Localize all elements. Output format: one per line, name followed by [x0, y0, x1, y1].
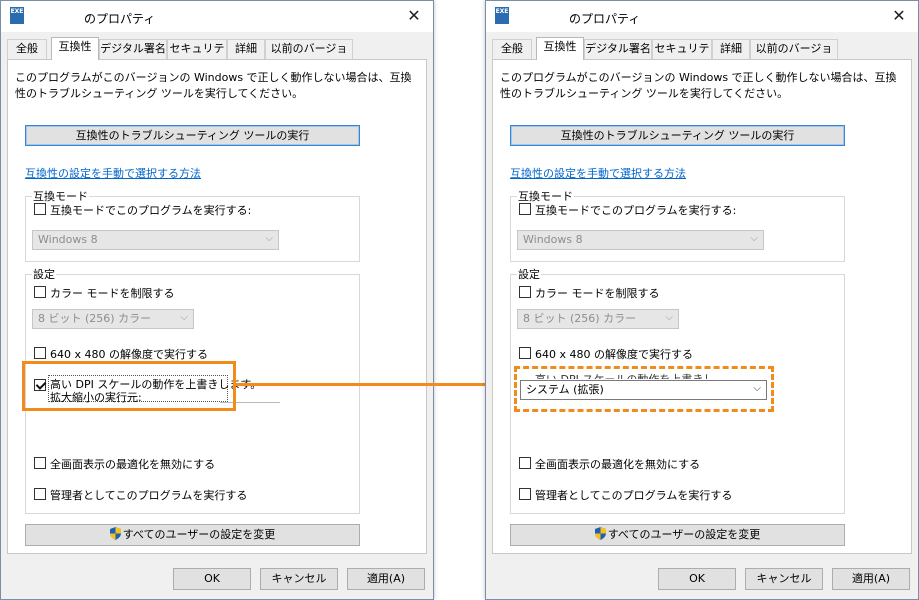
run-as-admin-label: 管理者としてこのプログラムを実行する [50, 489, 248, 502]
fullscreen-optimization-label: 全画面表示の最適化を無効にする [535, 458, 701, 471]
apply-button[interactable]: 適用(A) [347, 568, 425, 590]
ok-button[interactable]: OK [173, 568, 251, 590]
run-troubleshooter-button[interactable]: 互換性のトラブルシューティング ツールの実行 [510, 125, 845, 146]
compatibility-panel: このプログラムがこのバージョンの Windows で正しく動作しない場合は、互換… [492, 59, 912, 554]
uac-shield-icon [109, 527, 121, 540]
tab-compatibility[interactable]: 互換性 [51, 37, 99, 60]
chevron-down-icon: ⌵ [750, 233, 758, 244]
manual-settings-link[interactable]: 互換性の設定を手動で選択する方法 [25, 165, 201, 181]
compat-mode-checkbox-label: 互換モードでこのプログラムを実行する: [535, 204, 737, 217]
close-icon: ✕ [892, 6, 906, 25]
fullscreen-optimization-label: 全画面表示の最適化を無効にする [50, 458, 216, 471]
color-depth-select-value: 8 ビット (256) カラー [38, 312, 152, 325]
apply-button[interactable]: 適用(A) [832, 568, 910, 590]
color-mode-checkbox[interactable] [34, 286, 46, 298]
compatibility-panel: このプログラムがこのバージョンの Windows で正しく動作しない場合は、互換… [7, 59, 427, 554]
highlight-box-scaling-select [514, 366, 774, 412]
title-bar[interactable]: EXE のプロパティ ✕ [1, 1, 433, 32]
compat-mode-select[interactable]: Windows 8 ⌵ [517, 230, 764, 250]
properties-dialog-before: EXE のプロパティ ✕ 全般 互換性 デジタル署名 セキュリティ 詳細 以前の… [0, 0, 434, 600]
run-as-admin-checkbox[interactable] [519, 488, 531, 500]
color-mode-checkbox[interactable] [519, 286, 531, 298]
tab-previous-versions[interactable]: 以前のバージョン [265, 39, 353, 73]
color-mode-checkbox-label: カラー モードを制限する [50, 287, 175, 300]
change-all-users-button[interactable]: すべてのユーザーの設定を変更 [25, 524, 360, 546]
arrow-connector [235, 383, 497, 386]
tab-bar: 全般 互換性 デジタル署名 セキュリティ 詳細 以前のバージョン [492, 37, 912, 73]
app-exe-icon: EXE [10, 7, 24, 24]
close-icon: ✕ [407, 6, 421, 25]
tab-general[interactable]: 全般 [7, 39, 47, 59]
app-exe-icon: EXE [495, 7, 509, 24]
change-all-users-label: すべてのユーザーの設定を変更 [122, 528, 276, 541]
color-mode-checkbox-label: カラー モードを制限する [535, 287, 660, 300]
close-button[interactable]: ✕ [403, 6, 425, 26]
close-button[interactable]: ✕ [888, 6, 910, 26]
color-depth-select[interactable]: 8 ビット (256) カラー ⌵ [517, 309, 679, 329]
resolution-checkbox[interactable] [34, 347, 46, 359]
compat-mode-checkbox[interactable] [519, 203, 531, 215]
tab-previous-versions[interactable]: 以前のバージョン [750, 39, 838, 73]
chevron-down-icon: ⌵ [180, 312, 188, 323]
tab-general[interactable]: 全般 [492, 39, 532, 59]
resolution-checkbox-label: 640 x 480 の解像度で実行する [50, 348, 208, 361]
resolution-checkbox[interactable] [519, 347, 531, 359]
settings-group-label: 設定 [517, 266, 541, 282]
tab-security[interactable]: セキュリティ [652, 39, 712, 73]
description-text: このプログラムがこのバージョンの Windows で正しく動作しない場合は、互換… [500, 71, 897, 100]
fullscreen-optimization-checkbox[interactable] [34, 457, 46, 469]
tab-digital-signature[interactable]: デジタル署名 [584, 39, 652, 59]
compat-mode-select[interactable]: Windows 8 ⌵ [32, 230, 279, 250]
settings-group-label: 設定 [32, 266, 56, 282]
compat-mode-checkbox-label: 互換モードでこのプログラムを実行する: [50, 204, 252, 217]
run-as-admin-checkbox[interactable] [34, 488, 46, 500]
change-all-users-button[interactable]: すべてのユーザーの設定を変更 [510, 524, 845, 546]
fullscreen-optimization-checkbox[interactable] [519, 457, 531, 469]
tab-digital-signature[interactable]: デジタル署名 [99, 39, 167, 59]
ok-button[interactable]: OK [658, 568, 736, 590]
tab-security[interactable]: セキュリティ [167, 39, 227, 73]
color-depth-select-value: 8 ビット (256) カラー [523, 312, 637, 325]
manual-settings-link[interactable]: 互換性の設定を手動で選択する方法 [510, 165, 686, 181]
properties-dialog-after: EXE のプロパティ ✕ 全般 互換性 デジタル署名 セキュリティ 詳細 以前の… [485, 0, 919, 600]
tab-bar: 全般 互換性 デジタル署名 セキュリティ 詳細 以前のバージョン [7, 37, 427, 73]
tab-details[interactable]: 詳細 [712, 39, 750, 59]
window-title: のプロパティ [84, 12, 156, 26]
description-text: このプログラムがこのバージョンの Windows で正しく動作しない場合は、互換… [15, 71, 412, 100]
chevron-down-icon: ⌵ [665, 312, 673, 323]
change-all-users-label: すべてのユーザーの設定を変更 [607, 528, 761, 541]
tab-compatibility[interactable]: 互換性 [536, 37, 584, 60]
resolution-checkbox-label: 640 x 480 の解像度で実行する [535, 348, 693, 361]
compat-mode-select-value: Windows 8 [38, 233, 98, 246]
run-as-admin-label: 管理者としてこのプログラムを実行する [535, 489, 733, 502]
highlight-box-high-dpi [22, 361, 236, 411]
uac-shield-icon [594, 527, 606, 540]
title-bar[interactable]: EXE のプロパティ ✕ [486, 1, 918, 32]
cancel-button[interactable]: キャンセル [260, 568, 338, 590]
chevron-down-icon: ⌵ [265, 233, 273, 244]
cancel-button[interactable]: キャンセル [745, 568, 823, 590]
color-depth-select[interactable]: 8 ビット (256) カラー ⌵ [32, 309, 194, 329]
compat-mode-select-value: Windows 8 [523, 233, 583, 246]
run-troubleshooter-button[interactable]: 互換性のトラブルシューティング ツールの実行 [25, 125, 360, 146]
tab-details[interactable]: 詳細 [227, 39, 265, 59]
compat-mode-checkbox[interactable] [34, 203, 46, 215]
window-title: のプロパティ [569, 12, 641, 26]
